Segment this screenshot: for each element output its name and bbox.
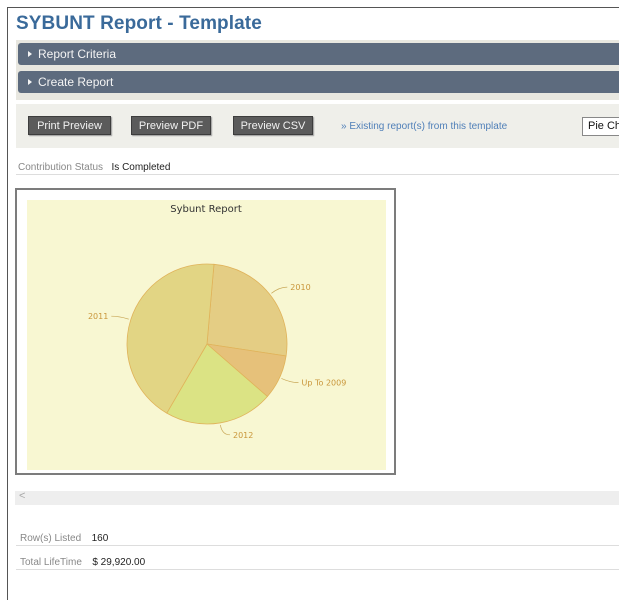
total-lifetime-row: Total LifeTime $ 29,920.00 [20,552,145,570]
pie-slice-2010 [206,263,288,357]
pie-label: 2012 [233,431,253,440]
horizontal-scrollbar[interactable]: < [15,490,619,505]
accordion-report-criteria[interactable]: Report Criteria [18,43,619,65]
chart-title: Sybunt Report [170,204,242,215]
pie-label: 2010 [290,283,310,292]
pie-leader-line [271,286,288,294]
pie-leader-line [111,315,129,320]
pie-leader-line [220,424,231,436]
pie-label: 2011 [88,312,108,321]
existing-reports-link[interactable]: » Existing report(s) from this template [341,121,507,132]
pie-leader-line [281,378,299,383]
pie-chart: Sybunt Report 2010 Up To 2009 2012 2011 [88,204,347,440]
accordion-label: Report Criteria [38,47,117,61]
page-title: SYBUNT Report - Template [16,13,262,34]
accordion-create-report[interactable]: Create Report [18,71,619,93]
triangle-right-icon [28,50,32,57]
preview-pdf-button[interactable]: Preview PDF [131,116,211,135]
divider [16,569,619,570]
divider [16,545,619,546]
chart-type-select[interactable]: Pie Chart [582,117,619,136]
criteria-label: Contribution Status [18,162,104,173]
criteria-value: Is Completed [111,162,171,173]
preview-csv-button[interactable]: Preview CSV [233,116,313,135]
criteria-row: Contribution Status Is Completed [18,157,170,175]
pie-slices [126,263,288,425]
chart-background: Sybunt Report 2010 Up To 2009 2012 2011 [27,200,386,470]
accordion-label: Create Report [38,75,114,89]
print-preview-button[interactable]: Print Preview [28,116,111,135]
total-lifetime-label: Total LifeTime [20,557,82,568]
total-lifetime-value: $ 29,920.00 [92,557,146,568]
rows-listed-row: Row(s) Listed 160 [20,528,108,546]
divider [16,174,619,175]
rows-listed-label: Row(s) Listed [20,533,82,544]
rows-listed-value: 160 [91,533,109,544]
pie-label: Up To 2009 [302,379,347,388]
accordion-panel: Report Criteria Create Report [16,40,619,100]
scroll-left-icon[interactable]: < [19,490,25,502]
chart-container: Sybunt Report 2010 Up To 2009 2012 2011 [15,188,396,475]
triangle-right-icon [28,78,32,85]
